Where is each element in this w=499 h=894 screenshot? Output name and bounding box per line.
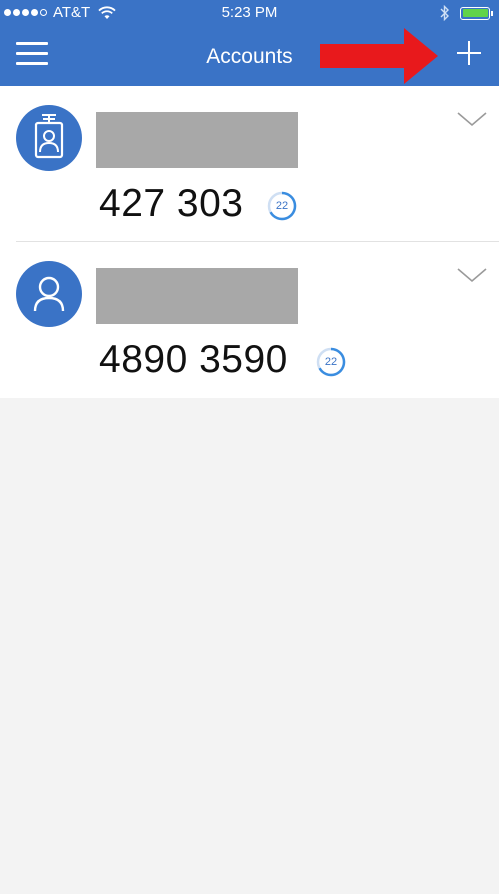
status-time: 5:23 PM: [221, 4, 278, 21]
verification-code: 4890 3590: [99, 338, 288, 381]
timer-seconds: 22: [324, 356, 338, 368]
red-arrow-icon: [320, 28, 438, 84]
plus-icon-vertical: [468, 41, 470, 65]
countdown-timer: 22: [315, 346, 347, 378]
battery-tip: [491, 10, 493, 16]
verification-code: 427 303: [99, 182, 244, 225]
redacted-account-name: [96, 112, 298, 168]
battery-icon: [460, 6, 490, 20]
chevron-down-icon[interactable]: [455, 108, 489, 130]
id-badge-icon: [34, 114, 64, 159]
add-account-button[interactable]: [453, 37, 485, 69]
bluetooth-icon: [440, 5, 449, 21]
account-row[interactable]: 4890 3590 22: [0, 242, 499, 398]
countdown-timer: 22: [266, 190, 298, 222]
avatar: [16, 261, 82, 327]
chevron-down-icon[interactable]: [455, 264, 489, 286]
redacted-account-name: [96, 268, 298, 324]
battery-fill: [462, 9, 488, 17]
status-right: [440, 5, 493, 21]
status-bar: AT&T 5:23 PM: [0, 0, 499, 28]
avatar: [16, 105, 82, 171]
user-icon: [33, 276, 65, 312]
accounts-list: 427 303 22 4890 3590 22: [0, 86, 499, 398]
account-row[interactable]: 427 303 22: [0, 86, 499, 242]
timer-seconds: 22: [275, 200, 289, 212]
